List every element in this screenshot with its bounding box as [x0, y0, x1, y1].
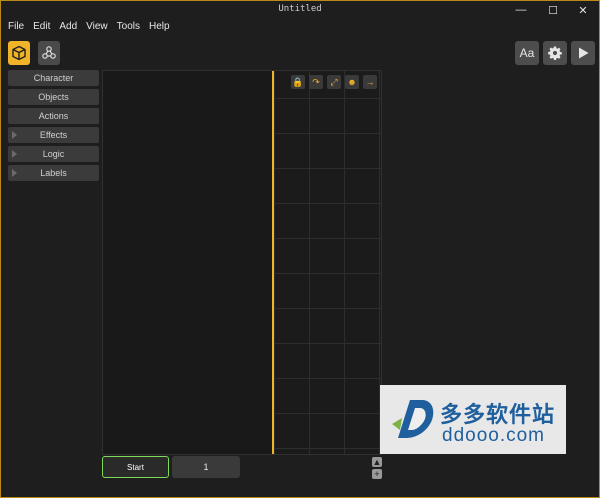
gear-icon [548, 46, 562, 60]
menu-view[interactable]: View [86, 21, 108, 37]
settings-button[interactable] [543, 41, 567, 65]
menu-add[interactable]: Add [59, 21, 77, 37]
menu-edit[interactable]: Edit [33, 21, 50, 37]
scene-canvas[interactable] [103, 71, 272, 454]
font-button[interactable]: Aa [515, 41, 539, 65]
menu-file[interactable]: File [8, 21, 24, 37]
timeline-grid[interactable]: 🔒 ↷ ⤢ ☻ → [274, 71, 381, 454]
character-icon[interactable]: ☻ [345, 75, 359, 89]
watermark: 多多软件站 ddooo.com [380, 385, 566, 454]
arrow-right-icon[interactable]: → [363, 75, 377, 89]
molecule-icon [42, 46, 56, 59]
add-page-button[interactable]: + [372, 469, 382, 479]
sidebar-item-label: Logic [42, 149, 65, 159]
sidebar-item-actions[interactable]: Actions [8, 108, 99, 124]
sidebar-item-label: Objects [38, 92, 69, 102]
grid-toolbar: 🔒 ↷ ⤢ ☻ → [291, 75, 377, 89]
sidebar-item-labels[interactable]: Labels [8, 165, 99, 181]
menu-bar: File Edit Add View Tools Help [1, 21, 170, 37]
watermark-logo-icon [392, 400, 434, 438]
scene-tool-button[interactable] [8, 41, 30, 65]
sidebar-item-effects[interactable]: Effects [8, 127, 99, 143]
start-button[interactable]: Start [102, 456, 169, 478]
maximize-button[interactable]: ☐ [539, 2, 567, 18]
sidebar: Character Objects Actions Effects Logic … [8, 70, 99, 184]
sidebar-item-label: Effects [39, 130, 68, 140]
minimize-button[interactable]: — [507, 2, 535, 18]
stage-panel: 🔒 ↷ ⤢ ☻ → [102, 70, 382, 455]
page-tab[interactable]: 1 [172, 456, 240, 478]
sidebar-item-label: Character [33, 73, 74, 83]
play-button[interactable] [571, 41, 595, 65]
resize-icon[interactable]: ⤢ [327, 75, 341, 89]
sidebar-item-logic[interactable]: Logic [8, 146, 99, 162]
expand-arrow-icon [12, 131, 17, 139]
expand-arrow-icon [12, 150, 17, 158]
sidebar-item-label: Labels [40, 168, 67, 178]
menu-help[interactable]: Help [149, 21, 170, 37]
play-icon [579, 47, 589, 59]
menu-tools[interactable]: Tools [117, 21, 140, 37]
sidebar-item-label: Actions [38, 111, 69, 121]
rotate-icon[interactable]: ↷ [309, 75, 323, 89]
node-tool-button[interactable] [38, 41, 60, 65]
lock-icon[interactable]: 🔒 [291, 75, 305, 89]
title-bar: Untitled — ☐ ✕ [1, 1, 599, 19]
sidebar-item-character[interactable]: Character [8, 70, 99, 86]
watermark-url: ddooo.com [442, 425, 546, 446]
scroll-up-button[interactable]: ▲ [372, 457, 382, 467]
cube-icon [12, 45, 26, 61]
sidebar-item-objects[interactable]: Objects [8, 89, 99, 105]
close-button[interactable]: ✕ [569, 2, 597, 18]
expand-arrow-icon [12, 169, 17, 177]
app-window: Untitled — ☐ ✕ File Edit Add View Tools … [0, 0, 600, 498]
